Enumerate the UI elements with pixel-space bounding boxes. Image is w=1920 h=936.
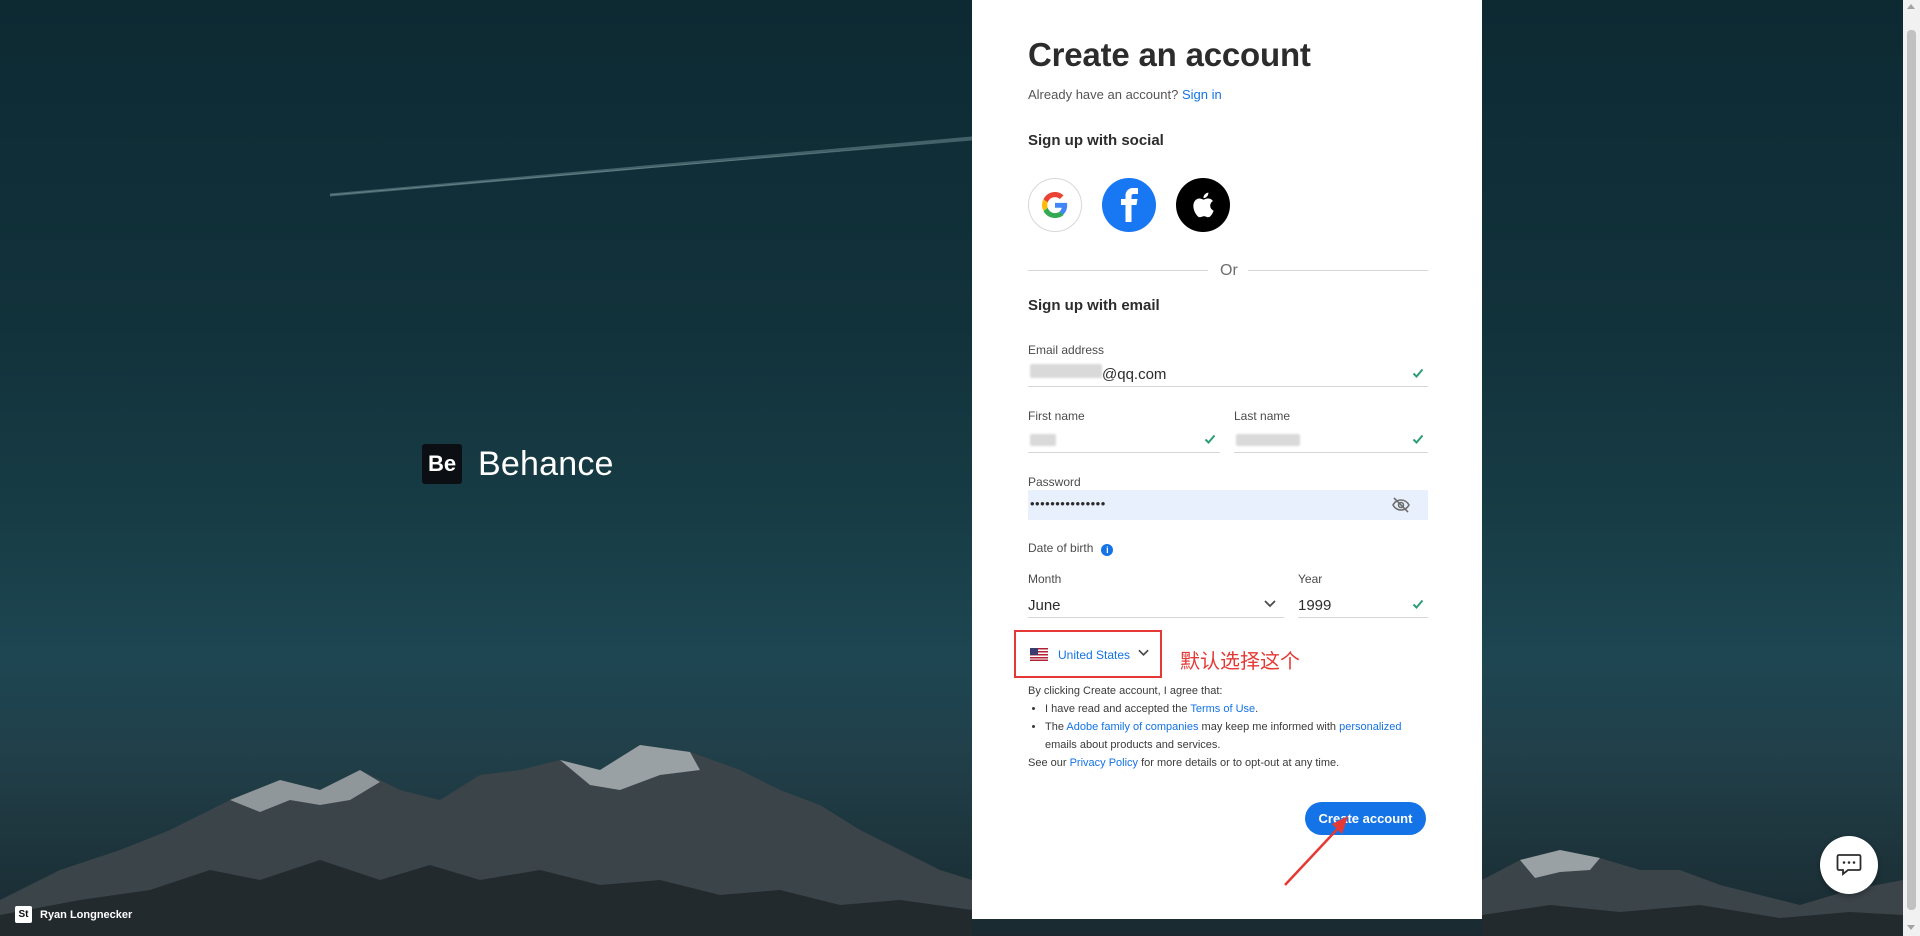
email-heading: Sign up with email: [1028, 297, 1160, 314]
annotation-text: 默认选择这个: [1180, 651, 1300, 673]
redacted-first-name: [1030, 434, 1056, 446]
scroll-thumb[interactable]: [1907, 30, 1916, 910]
terms-intro: By clicking Create account, I agree that…: [1028, 685, 1223, 697]
apple-signup-button[interactable]: [1176, 178, 1230, 232]
last-name-label: Last name: [1234, 409, 1291, 423]
facebook-icon: [1121, 188, 1138, 222]
chat-button[interactable]: [1820, 836, 1878, 894]
month-select[interactable]: June: [1028, 591, 1284, 618]
email-field[interactable]: @qq.com: [1028, 360, 1428, 387]
behance-logo-icon: Be: [422, 444, 462, 484]
info-icon[interactable]: i: [1101, 544, 1114, 556]
scroll-up-arrow-icon[interactable]: [1907, 4, 1915, 9]
chat-icon: [1836, 854, 1862, 876]
sign-in-link[interactable]: Sign in: [1182, 87, 1222, 102]
terms-item-1: I have read and accepted the Terms of Us…: [1045, 700, 1428, 718]
annotation-arrow: [1284, 816, 1348, 886]
eye-off-icon[interactable]: [1392, 497, 1410, 513]
year-label: Year: [1298, 572, 1323, 586]
google-icon: [1042, 192, 1068, 218]
year-field[interactable]: 1999: [1298, 591, 1428, 618]
password-label: Password: [1028, 475, 1081, 489]
chevron-down-icon: [1138, 649, 1149, 657]
signup-card: Create an account Already have an accoun…: [972, 0, 1482, 919]
scroll-down-arrow-icon[interactable]: [1907, 925, 1915, 930]
valid-check-icon: [1204, 434, 1216, 444]
country-select[interactable]: United States: [1014, 630, 1162, 678]
email-value: @qq.com: [1102, 366, 1167, 383]
first-name-label: First name: [1028, 409, 1085, 423]
us-flag-icon: [1030, 648, 1048, 661]
email-label: Email address: [1028, 343, 1105, 357]
adobe-family-link[interactable]: Adobe family of companies: [1066, 721, 1198, 733]
or-label: Or: [1220, 262, 1238, 279]
last-name-field[interactable]: [1234, 426, 1428, 453]
dob-label-text: Date of birth: [1028, 541, 1094, 555]
background-photo: [0, 0, 1920, 936]
facebook-signup-button[interactable]: [1102, 178, 1156, 232]
month-value: June: [1028, 597, 1061, 614]
first-name-field[interactable]: [1028, 426, 1220, 453]
page-title: Create an account: [1028, 36, 1311, 73]
google-signup-button[interactable]: [1028, 178, 1082, 232]
country-value: United States: [1058, 648, 1131, 662]
redacted-email-user: [1030, 364, 1102, 378]
terms-text: By clicking Create account, I agree that…: [1028, 682, 1428, 772]
divider-line-right: [1248, 270, 1428, 271]
month-label: Month: [1028, 572, 1062, 586]
terms-item-2: The Adobe family of companies may keep m…: [1045, 718, 1428, 754]
apple-icon: [1193, 192, 1214, 218]
dob-label: Date of birth i: [1028, 541, 1114, 556]
already-text: Already have an account?: [1028, 87, 1179, 102]
chevron-down-icon: [1264, 600, 1276, 608]
privacy-policy-link[interactable]: Privacy Policy: [1070, 757, 1138, 769]
password-field[interactable]: •••••••••••••••: [1028, 490, 1428, 520]
year-value: 1999: [1298, 597, 1332, 614]
page-scrollbar[interactable]: [1903, 0, 1920, 936]
valid-check-icon: [1412, 368, 1424, 378]
valid-check-icon: [1412, 434, 1424, 444]
or-divider: Or: [1028, 262, 1428, 282]
valid-check-icon: [1412, 599, 1424, 609]
already-have-account: Already have an account? Sign in: [1028, 87, 1222, 102]
privacy-line: See our Privacy Policy for more details …: [1028, 757, 1340, 769]
social-heading: Sign up with social: [1028, 132, 1164, 149]
brand-name: Behance: [478, 444, 614, 483]
personalized-link[interactable]: personalized: [1339, 721, 1401, 733]
redacted-last-name: [1236, 434, 1300, 446]
terms-of-use-link[interactable]: Terms of Use: [1190, 703, 1255, 715]
photo-credit-author[interactable]: Ryan Longnecker: [40, 909, 132, 921]
photo-credit[interactable]: St Ryan Longnecker: [15, 906, 132, 923]
adobe-stock-logo-icon: St: [15, 906, 32, 923]
password-value: •••••••••••••••: [1030, 496, 1106, 511]
divider-line-left: [1028, 270, 1208, 271]
behance-brand: Be Behance: [422, 444, 614, 484]
